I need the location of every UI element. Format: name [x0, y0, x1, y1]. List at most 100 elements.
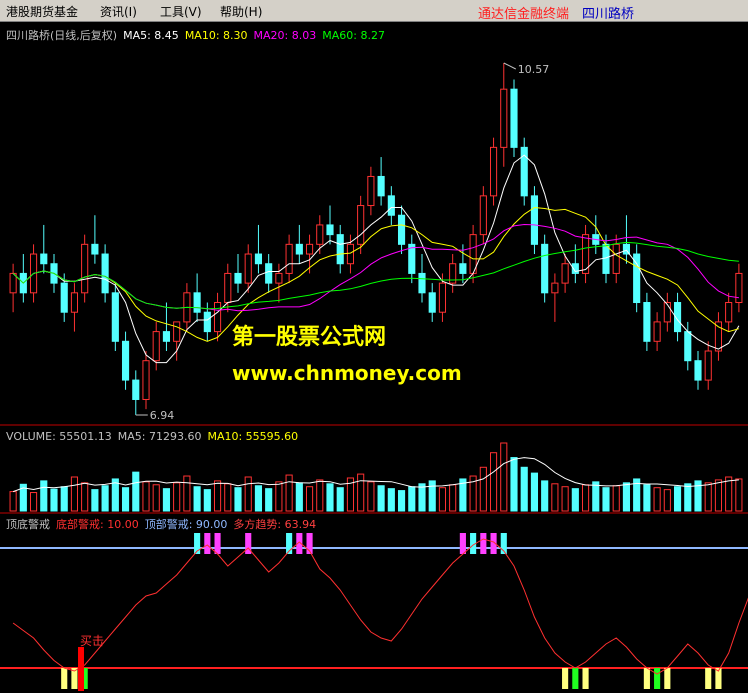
- candle-body: [111, 292, 119, 342]
- volume-bar: [530, 472, 539, 512]
- menu-help[interactable]: 帮助(H): [220, 3, 262, 20]
- volume-bar: [561, 486, 569, 512]
- top-warning: 顶部警戒: 90.00: [144, 518, 228, 531]
- chart-canvas[interactable]: 10.57 6.94 买击: [0, 23, 748, 693]
- candle-body: [367, 175, 375, 207]
- volume-bar: [29, 492, 38, 512]
- volume-bar: [213, 480, 222, 512]
- candle-body: [60, 282, 68, 313]
- candle-body: [551, 282, 559, 294]
- volume-bar: [152, 484, 160, 512]
- volume-bar: [183, 475, 191, 512]
- candle-body: [265, 263, 273, 284]
- volume-bar: [326, 483, 334, 512]
- volume-bar: [581, 484, 590, 512]
- menu-bar: 港股期货基金 资讯(I) 工具(V) 帮助(H) 通达信金融终端 四川路桥: [0, 0, 748, 22]
- volume-bar: [132, 471, 140, 512]
- volume-bar: [9, 491, 17, 512]
- menu-tools[interactable]: 工具(V): [160, 3, 202, 20]
- candle-body: [541, 243, 549, 294]
- candle-body: [81, 243, 89, 294]
- volume-bar: [622, 482, 631, 512]
- volume-bar: [40, 480, 48, 512]
- high-marker: [503, 62, 517, 70]
- bottom-warning-bar: [562, 668, 569, 689]
- volume-bar: [295, 482, 303, 512]
- ma20-line: [12, 223, 739, 312]
- volume-bar: [438, 487, 447, 512]
- candle-body: [152, 331, 160, 362]
- indicator-title: 顶底警戒: [6, 518, 50, 531]
- volume-bar: [489, 452, 498, 512]
- menu-info[interactable]: 资讯(I): [100, 3, 137, 20]
- volume-bar: [684, 483, 692, 512]
- candle-body: [326, 224, 334, 236]
- candle-body: [418, 272, 426, 294]
- bottom-warning-bar: [572, 668, 579, 689]
- candle-body: [500, 88, 508, 148]
- stock-name-title: 四川路桥: [582, 7, 635, 22]
- bottom-warning: 底部警戒: 10.00: [56, 518, 139, 531]
- candle-body: [193, 292, 201, 313]
- volume-bar: [193, 486, 201, 512]
- volume-bar: [70, 476, 79, 512]
- volume-bar: [316, 479, 324, 512]
- volume-bar: [254, 485, 263, 512]
- volume-ma5: MA5: 71293.60: [117, 430, 202, 443]
- volume-bar: [643, 484, 651, 512]
- chart-area[interactable]: 10.57 6.94 买击 四川路桥(日线,后复权) MA5: 8.45 MA10: 8…: [0, 23, 748, 693]
- candle-body: [162, 331, 171, 342]
- volume-bar: [121, 487, 130, 512]
- high-price-label: 10.57: [518, 63, 550, 76]
- volume-bar: [162, 488, 171, 512]
- candle-body: [285, 243, 293, 274]
- candle-body: [234, 272, 242, 284]
- volume-bar: [612, 485, 620, 512]
- volume-bar: [418, 483, 426, 512]
- candle-body: [561, 263, 569, 284]
- candle-body: [387, 195, 395, 216]
- volume-bar: [520, 466, 528, 512]
- candle-body: [725, 302, 733, 323]
- volume-bar: [408, 486, 416, 512]
- bottom-warning-bar: [654, 668, 661, 689]
- watermark-url: www.chnmoney.com: [232, 361, 462, 385]
- volume-bar: [377, 485, 385, 512]
- candle-body: [346, 243, 355, 265]
- app-brand-title: 通达信金融终端: [478, 7, 570, 22]
- top-warning-bar: [459, 533, 466, 554]
- candle-body: [9, 272, 17, 294]
- candle-body: [254, 253, 263, 265]
- indicator-panel-header: 顶底警戒 底部警戒: 10.00 顶部警戒: 90.00 多方趋势: 63.94: [6, 516, 322, 532]
- top-warning-bar: [204, 533, 211, 554]
- candle-body: [203, 311, 211, 333]
- ma20-value: MA20: 8.03: [253, 29, 317, 42]
- candle-body: [694, 360, 702, 381]
- candle-body: [530, 195, 539, 245]
- menu-hk-futures-funds[interactable]: 港股期货基金: [6, 3, 78, 20]
- candle-body: [653, 321, 661, 342]
- volume-bar: [602, 487, 610, 512]
- volume-bar: [673, 486, 682, 512]
- volume-bar: [60, 486, 68, 512]
- candle-body: [295, 243, 303, 255]
- bull-trend-line: [12, 538, 748, 675]
- volume-bar: [479, 466, 487, 512]
- candle-body: [357, 205, 365, 245]
- volume-bar: [203, 489, 211, 512]
- candle-body: [101, 253, 109, 294]
- volume-bar: [510, 457, 518, 512]
- volume-bar: [541, 480, 549, 512]
- volume-bar: [653, 487, 661, 512]
- volume-bar: [336, 487, 344, 512]
- volume-bar: [265, 488, 273, 512]
- volume-bar: [101, 485, 109, 512]
- volume-bar: [357, 473, 365, 512]
- volume-bar: [592, 481, 600, 512]
- volume-bar: [663, 489, 671, 512]
- candle-body: [132, 379, 140, 400]
- candle-body: [275, 272, 283, 284]
- candle-body: [489, 146, 498, 197]
- watermark-title: 第一股票公式网: [232, 325, 387, 350]
- top-warning-bar: [214, 533, 221, 554]
